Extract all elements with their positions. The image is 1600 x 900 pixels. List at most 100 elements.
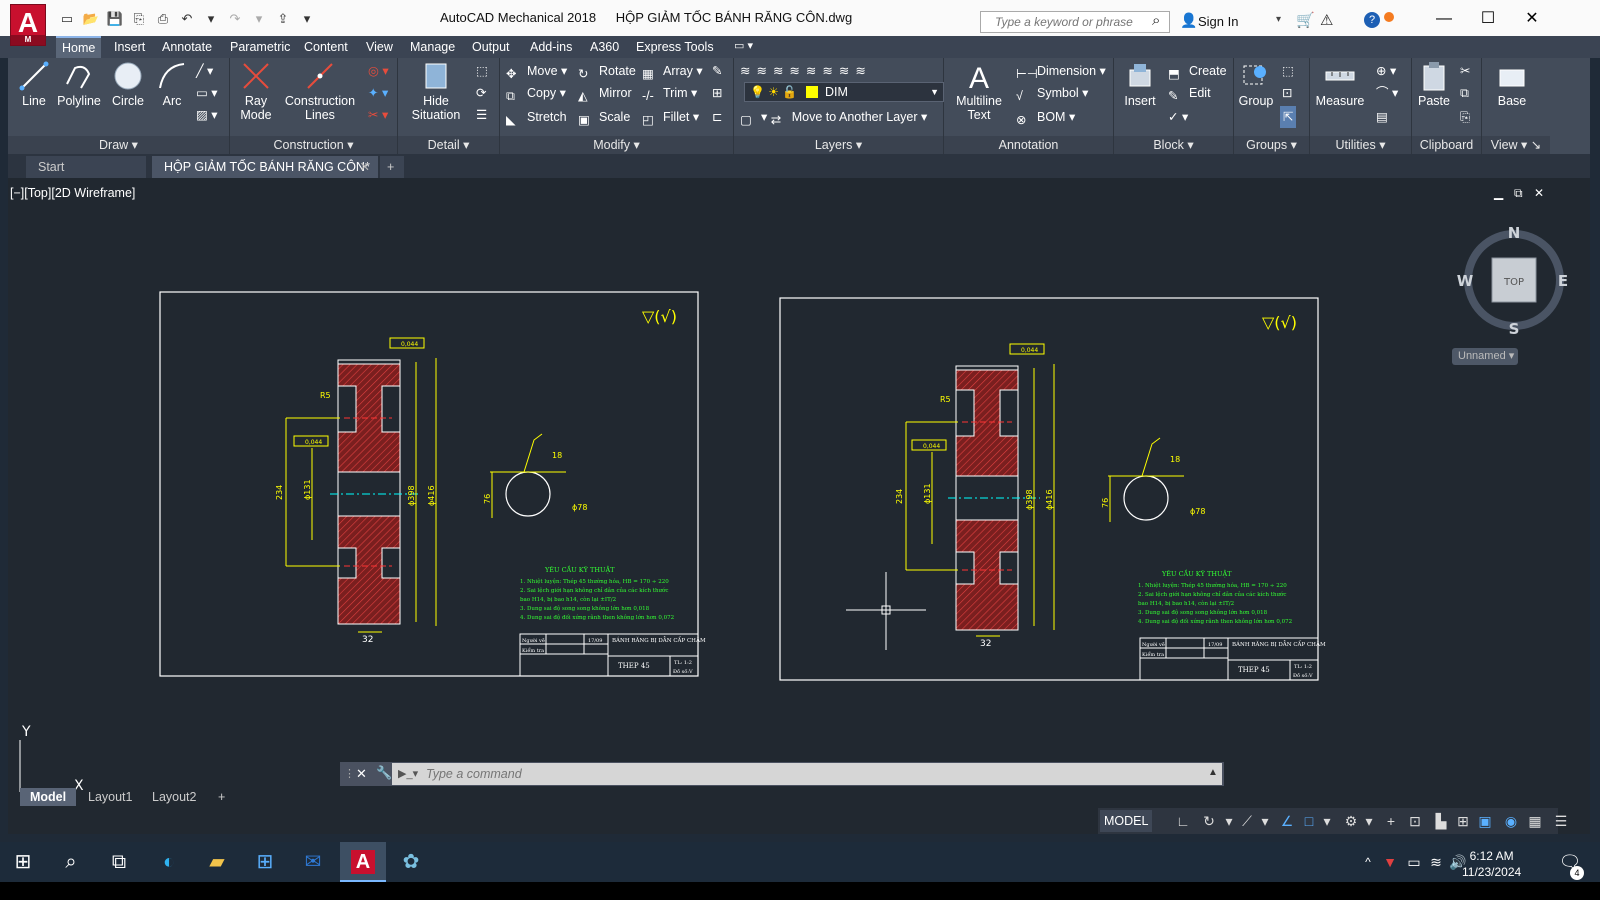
tab-a360[interactable]: A360 (584, 36, 625, 58)
create-block-button[interactable]: ⬒ Create (1168, 60, 1227, 82)
osnap-icon[interactable]: □ (1300, 812, 1318, 830)
ortho-dropdown-icon[interactable]: ▾ (1256, 812, 1274, 830)
rectangle-icon[interactable]: ▭ ▾ (196, 82, 218, 104)
move-button[interactable]: ✥ Move ▾ (506, 60, 567, 82)
line-button[interactable]: Line (14, 60, 54, 108)
print-icon[interactable]: ⎙ (152, 9, 174, 29)
new-icon[interactable]: ▭ (56, 9, 78, 29)
hardware-acceleration-icon[interactable]: ◉ (1502, 812, 1520, 830)
layers-panel-label[interactable]: Layers ▾ (734, 136, 943, 154)
utilities-panel-label[interactable]: Utilities ▾ (1310, 136, 1411, 154)
customization-menu-icon[interactable]: ☰ (1552, 812, 1570, 830)
copy-button[interactable]: ⧉ Copy ▾ (506, 82, 566, 104)
circle-button[interactable]: Circle (108, 60, 148, 108)
open-icon[interactable]: 📂 (80, 9, 102, 29)
block-attribute-icon[interactable]: ✓ ▾ (1168, 106, 1188, 128)
battery-icon[interactable]: ▭ (1404, 842, 1424, 882)
viewport-close-icon[interactable]: ✕ (1534, 186, 1544, 200)
drawing-area[interactable] (8, 178, 1590, 834)
tab-output[interactable]: Output (466, 36, 516, 58)
binoculars-icon[interactable]: ⌕ (1152, 12, 1160, 29)
pinned-app-icon[interactable]: ✿ (388, 842, 434, 882)
construction-panel-label[interactable]: Construction ▾ (230, 136, 397, 154)
detail-tool2-icon[interactable]: ⟳ (476, 82, 486, 104)
wifi-icon[interactable]: ≋ (1426, 842, 1446, 882)
annotation-monitor-icon[interactable]: ⊡ (1406, 812, 1424, 830)
construction-circle-icon[interactable]: ◎ ▾ (368, 60, 389, 82)
bom-button[interactable]: ⊗ BOM ▾ (1016, 106, 1075, 128)
add-layout-button[interactable]: + (208, 788, 235, 806)
stretch-button[interactable]: ◣ Stretch (506, 106, 567, 128)
autodesk-a360-icon[interactable]: ⚠ (1320, 11, 1333, 29)
move-to-layer-button[interactable]: ▢ ▾ ⇄ Move to Another Layer ▾ (740, 106, 927, 128)
customize-qat-icon[interactable]: ▾ (296, 9, 318, 29)
ortho-icon[interactable]: ⟋ (1238, 812, 1256, 830)
detail-tool1-icon[interactable]: ⬚ (476, 60, 488, 82)
ungroup-icon[interactable]: ⊡ (1282, 82, 1292, 104)
cart-icon[interactable]: 🛒 (1296, 11, 1315, 29)
cut-icon[interactable]: ✂ (1460, 60, 1470, 82)
tab-content[interactable]: Content (298, 36, 354, 58)
edit-block-button[interactable]: ✎ Edit (1168, 82, 1211, 104)
minimize-button[interactable]: — (1424, 8, 1464, 30)
paste-button[interactable]: Paste (1414, 60, 1454, 108)
viewport-restore-icon[interactable]: ⧉ (1514, 186, 1523, 201)
tab-drawing[interactable]: HỘP GIẢM TỐC BÁNH RĂNG CÔN* ✕ (152, 156, 378, 178)
undo-icon[interactable]: ↶ (176, 9, 198, 29)
snap-icon[interactable]: ↻ (1200, 812, 1218, 830)
hide-situation-button[interactable]: Hide Situation (402, 60, 470, 122)
polyline-button[interactable]: Polyline (54, 60, 104, 108)
tab-annotate[interactable]: Annotate (156, 36, 218, 58)
detail-tool3-icon[interactable]: ☰ (476, 104, 487, 126)
arc-button[interactable]: Arc (154, 60, 190, 108)
point-style-icon[interactable]: ⌒ ▾ (1376, 82, 1398, 104)
layer-tools-icon[interactable]: ≋≋≋≋≋≋≋≋ (740, 60, 872, 82)
construction-delete-icon[interactable]: ✂ ▾ (368, 104, 388, 126)
clean-screen-icon[interactable]: ▦ (1526, 812, 1544, 830)
grid-icon[interactable]: ∟ (1174, 812, 1192, 830)
tab-layout2[interactable]: Layout2 (142, 788, 206, 806)
match-properties-icon[interactable]: ⎘ (1460, 106, 1470, 128)
command-close-icon[interactable]: ✕ (356, 766, 367, 782)
autocad-taskbar-icon[interactable]: A (340, 842, 386, 882)
microsoft-store-icon[interactable]: ⊞ (242, 842, 288, 882)
sign-in-dropdown-icon[interactable]: ▾ (1276, 14, 1281, 25)
calculator-icon[interactable]: ▤ (1376, 106, 1388, 128)
save-icon[interactable]: 💾 (104, 9, 126, 29)
tab-start[interactable]: Start (26, 156, 146, 178)
new-tab-button[interactable]: + (380, 156, 404, 178)
sign-in-link[interactable]: Sign In (1198, 14, 1238, 29)
ucs-menu[interactable]: Unnamed ▾ (1452, 348, 1518, 365)
ribbon-minimize-icon[interactable]: ▭ ▾ (734, 39, 753, 52)
insert-button[interactable]: Insert (1120, 60, 1160, 108)
groups-panel-label[interactable]: Groups ▾ (1234, 136, 1309, 154)
viewport-controls[interactable]: [−][Top][2D Wireframe] (10, 186, 135, 200)
clipboard-panel-label[interactable]: Clipboard (1412, 136, 1481, 154)
file-explorer-icon[interactable]: ▰ (194, 842, 240, 882)
id-point-icon[interactable]: ⊕ ▾ (1376, 60, 1396, 82)
draw-more-icon[interactable]: ╱ ▾ (196, 60, 213, 82)
base-view-button[interactable]: Base (1492, 60, 1532, 108)
tab-manage[interactable]: Manage (404, 36, 461, 58)
command-grip-icon[interactable]: ⋮ (344, 767, 355, 780)
windows-start-icon[interactable]: ⊞ (0, 842, 46, 882)
redo-dropdown-icon[interactable]: ▾ (248, 9, 270, 29)
symbol-button[interactable]: √ Symbol ▾ (1016, 82, 1088, 104)
command-input[interactable] (392, 763, 1222, 785)
model-space-button[interactable]: MODEL (1100, 810, 1153, 832)
copy-clip-icon[interactable]: ⧉ (1460, 82, 1469, 104)
share-icon[interactable]: ⇪ (272, 9, 294, 29)
isolate-icon[interactable]: ▣ (1476, 812, 1494, 830)
tab-model[interactable]: Model (20, 788, 77, 806)
undo-dropdown-icon[interactable]: ▾ (200, 9, 222, 29)
view-panel-label[interactable]: View ▾ ↘ (1482, 136, 1550, 154)
scale-button[interactable]: ▣ Scale (578, 106, 630, 128)
construction-tool-icon[interactable]: ✦ ▾ (368, 82, 388, 104)
settings-dropdown-icon[interactable]: ▾ (1360, 812, 1378, 830)
measure-button[interactable]: Measure (1312, 60, 1368, 108)
maximize-button[interactable]: ☐ (1468, 8, 1508, 30)
tab-home[interactable]: Home (56, 36, 102, 58)
units-icon[interactable]: ⊞ (1454, 812, 1472, 830)
save-as-icon[interactable]: ⎘ (128, 9, 150, 29)
outlook-icon[interactable]: ✉ (290, 842, 336, 882)
